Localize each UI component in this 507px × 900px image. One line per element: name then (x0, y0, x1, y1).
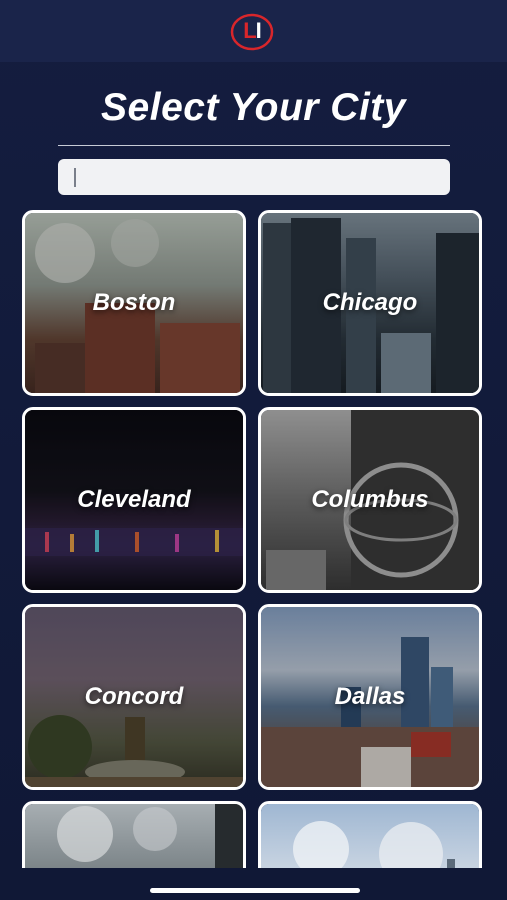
app-header: LI (0, 0, 507, 62)
city-label: Cleveland (77, 486, 191, 513)
logo-text: LI (243, 18, 262, 43)
search-input[interactable] (58, 159, 450, 195)
city-card-concord[interactable]: Concord (22, 604, 246, 790)
city-label: Boston (92, 289, 176, 316)
city-card-boston[interactable]: Boston (22, 210, 246, 396)
home-indicator[interactable] (150, 888, 360, 893)
city-card-cleveland[interactable]: Cleveland (22, 407, 246, 593)
text-caret (74, 168, 76, 187)
city-label: Dallas (334, 683, 406, 710)
city-image-detail (293, 821, 455, 868)
city-card-partial-left[interactable] (22, 801, 246, 868)
city-label: Columbus (311, 486, 429, 513)
city-grid: Boston Chicago Cleveland Columbus Concor… (22, 210, 486, 868)
city-label: Concord (84, 683, 184, 710)
city-label: Chicago (322, 289, 418, 316)
city-card-dallas[interactable]: Dallas (258, 604, 482, 790)
page-title: Select Your City (101, 86, 406, 129)
title-divider (58, 145, 450, 146)
city-card-chicago[interactable]: Chicago (258, 210, 482, 396)
city-card-partial-right[interactable] (258, 801, 482, 868)
city-image-detail (57, 804, 243, 868)
li-logo-icon[interactable]: LI (228, 10, 276, 54)
city-card-columbus[interactable]: Columbus (258, 407, 482, 593)
